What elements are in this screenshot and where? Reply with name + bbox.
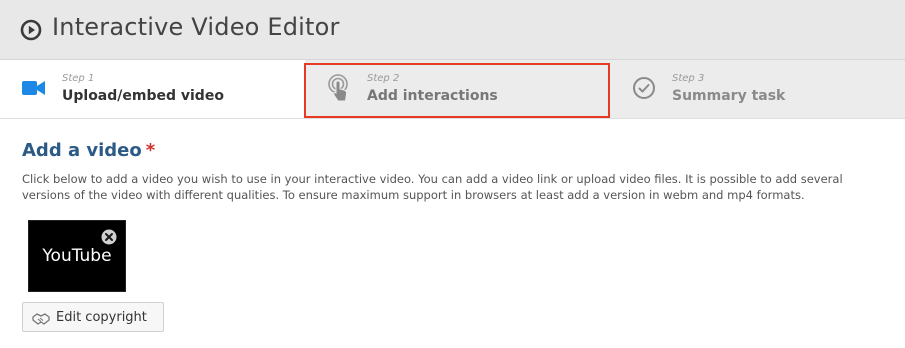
video-camera-icon <box>22 81 45 95</box>
step-label: Upload/embed video <box>62 88 224 104</box>
touch-icon <box>328 74 348 102</box>
tab-step-1[interactable]: Step 1 Upload/embed video <box>0 60 305 118</box>
video-thumbnail[interactable]: YouTube <box>28 220 126 292</box>
handshake-icon <box>32 313 50 325</box>
step-number: Step 1 <box>62 73 95 84</box>
close-circle-icon[interactable] <box>101 229 117 245</box>
edit-copyright-button[interactable]: Edit copyright <box>22 302 164 332</box>
edit-copyright-label: Edit copyright <box>56 310 147 325</box>
editor-title: Interactive Video Editor <box>52 13 340 41</box>
step-tabs: Step 1 Upload/embed video Step 2 Add int… <box>0 60 905 119</box>
editor-header: Interactive Video Editor <box>0 0 905 60</box>
check-circle-icon <box>633 77 655 99</box>
step-number: Step 3 <box>672 73 705 84</box>
step-label: Add interactions <box>367 88 498 104</box>
tab-step-3[interactable]: Step 3 Summary task <box>615 60 905 118</box>
section-title-text: Add a video <box>22 140 142 161</box>
section-description: Click below to add a video you wish to u… <box>22 172 843 202</box>
section-title: Add a video * <box>22 140 155 161</box>
step-label: Summary task <box>672 88 786 104</box>
step-number: Step 2 <box>367 73 400 84</box>
video-label: YouTube <box>42 246 112 266</box>
required-marker: * <box>145 140 156 161</box>
tab-step-2[interactable]: Step 2 Add interactions <box>305 60 615 118</box>
play-circle-icon <box>20 19 42 41</box>
